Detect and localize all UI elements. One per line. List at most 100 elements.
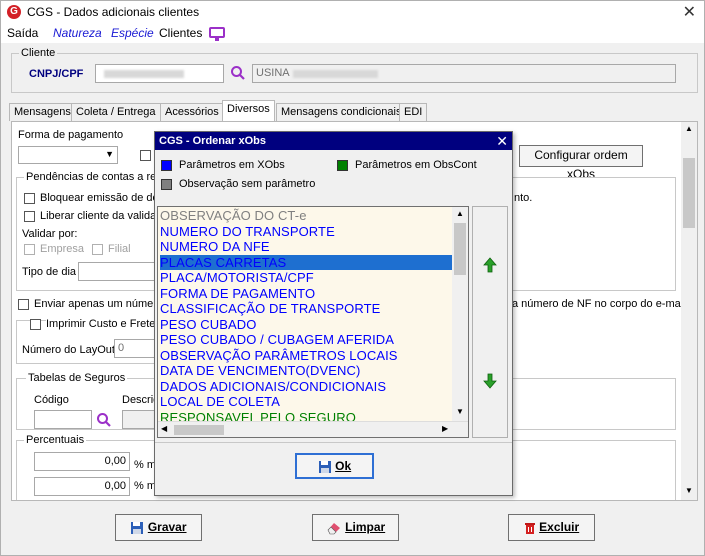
panel-scrollbar[interactable]: ▲ ▼ — [681, 122, 697, 500]
menu-clientes[interactable]: Clientes — [159, 26, 202, 40]
dialog-ok-button[interactable]: Ok — [295, 453, 374, 479]
search-cnpj-icon[interactable] — [230, 65, 246, 84]
percentual-1-input[interactable]: 0,00 — [34, 452, 130, 471]
xobs-list-item[interactable]: CLASSIFICAÇÃO DE TRANSPORTE — [160, 301, 380, 317]
client-name-field: USINA — [252, 64, 676, 83]
codigo-input[interactable] — [34, 410, 92, 429]
bloquear-label: Bloquear emissão de doc — [40, 192, 165, 204]
eraser-icon — [327, 522, 340, 535]
dialog-close-button[interactable]: ✕ — [496, 133, 508, 150]
list-scroll-thumb[interactable] — [454, 223, 466, 275]
right-text-2: a número de NF no corpo do e-mail — [512, 298, 686, 310]
close-window-button[interactable]: ✕ — [683, 2, 696, 22]
dialog-divider — [155, 442, 512, 443]
menu-bar: Saída Natureza Espécie Clientes — [1, 23, 704, 43]
ordenar-xobs-dialog: CGS - Ordenar xObs ✕ Parâmetros em XObs … — [154, 131, 513, 496]
tab-coleta-entrega[interactable]: Coleta / Entrega — [71, 103, 161, 121]
list-scroll-down-icon[interactable]: ▼ — [456, 407, 464, 416]
floppy-disk-icon — [318, 460, 331, 473]
chevron-down-icon: ▼ — [105, 149, 114, 159]
tipo-dia-label: Tipo de dia — [22, 266, 77, 278]
filial-label: Filial — [108, 243, 131, 255]
legend-xobs-label: Parâmetros em XObs — [179, 159, 285, 171]
tab-mensagens-condicionais[interactable]: Mensagens condicionais — [276, 103, 407, 121]
tab-mensagens[interactable]: Mensagens — [9, 103, 76, 121]
imprimir-label: Imprimir Custo e Frete p — [46, 318, 165, 330]
percentual-2-input[interactable]: 0,00 — [34, 477, 130, 496]
reorder-buttons — [472, 206, 508, 438]
tab-diversos[interactable]: Diversos — [222, 100, 275, 122]
dialog-ok-label: Ok — [335, 459, 352, 473]
floppy-disk-icon — [131, 521, 144, 534]
panel-scroll-thumb[interactable] — [683, 158, 695, 228]
xobs-list-item[interactable]: PLACA/MOTORISTA/CPF — [160, 270, 314, 286]
xobs-list-item[interactable]: NUMERO DO TRANSPORTE — [160, 224, 335, 240]
menu-natureza[interactable]: Natureza — [53, 26, 102, 40]
numero-layout-input[interactable]: 0 — [114, 339, 156, 358]
xobs-list-item[interactable]: PESO CUBADO — [160, 317, 256, 333]
limpar-label: Limpar — [345, 520, 386, 534]
enviar-checkbox[interactable] — [18, 299, 29, 310]
excluir-button[interactable]: Excluir — [508, 514, 595, 541]
forma-pagamento-label: Forma de pagamento — [18, 129, 124, 141]
tab-edi[interactable]: EDI — [399, 103, 428, 121]
tab-acessorios[interactable]: Acessórios — [160, 103, 224, 121]
monitor-icon[interactable] — [209, 27, 225, 41]
gravar-label: Gravar — [147, 520, 187, 534]
xobs-list-item[interactable]: FORMA DE PAGAMENTO — [160, 286, 315, 302]
title-bar: G CGS - Dados adicionais clientes ✕ — [1, 1, 704, 23]
pendencias-label: Pendências de contas a re — [24, 171, 159, 183]
imprimir-checkbox[interactable] — [30, 319, 41, 330]
search-codigo-icon[interactable] — [96, 412, 112, 431]
xobs-list-item[interactable]: LOCAL DE COLETA — [160, 394, 280, 410]
validar-por-label: Validar por: — [22, 228, 78, 240]
excluir-label: Excluir — [539, 520, 580, 534]
xobs-list-item[interactable]: PLACAS CARRETAS — [160, 254, 452, 270]
checkbox-hidden[interactable] — [140, 150, 151, 161]
xobs-list-item[interactable]: OBSERVAÇÃO PARÂMETROS LOCAIS — [160, 348, 398, 364]
filial-checkbox[interactable] — [92, 244, 103, 255]
legend-sem-swatch — [161, 179, 172, 190]
layout-value: 0 — [118, 342, 125, 354]
bloquear-checkbox[interactable] — [24, 193, 35, 204]
right-text-1: nto. — [514, 192, 533, 204]
numero-layout-label: Número do LayOut — [22, 344, 115, 356]
menu-especie[interactable]: Espécie — [111, 26, 154, 40]
dialog-title: CGS - Ordenar xObs — [159, 135, 266, 147]
xobs-list-item[interactable]: DATA DE VENCIMENTO(DVENC) — [160, 363, 360, 379]
menu-saida[interactable]: Saída — [7, 26, 38, 40]
list-scroll-right-icon[interactable]: ▶ — [442, 424, 448, 433]
scroll-up-icon[interactable]: ▲ — [685, 124, 693, 133]
xobs-list-item[interactable]: NUMERO DA NFE — [160, 239, 270, 255]
configurar-ordem-button[interactable]: Configurar ordem xObs — [519, 145, 643, 181]
scroll-down-icon[interactable]: ▼ — [685, 486, 693, 495]
forma-pagamento-select[interactable]: ▼ — [18, 146, 118, 164]
move-down-arrow-icon[interactable] — [483, 373, 497, 392]
empresa-checkbox[interactable] — [24, 244, 35, 255]
gravar-button[interactable]: Gravar — [115, 514, 202, 541]
list-scroll-up-icon[interactable]: ▲ — [456, 209, 464, 218]
enviar-label: Enviar apenas um número — [34, 298, 164, 310]
cnpj-input[interactable] — [95, 64, 224, 83]
move-up-arrow-icon[interactable] — [483, 257, 497, 276]
xobs-list-item[interactable]: DADOS ADICIONAIS/CONDICIONAIS — [160, 379, 386, 395]
xobs-listbox[interactable]: RESPONSAVEL PELO SEGURO LOCAL DE COLETA DA… — [157, 206, 469, 438]
xobs-list-item[interactable]: PESO CUBADO / CUBAGEM AFERIDA — [160, 332, 394, 348]
tabelas-label: Tabelas de Seguros — [26, 372, 128, 384]
listbox-hscroll[interactable]: ◀ ▶ — [158, 421, 468, 437]
percentuais-label: Percentuais — [24, 434, 87, 446]
list-scroll-left-icon[interactable]: ◀ — [161, 424, 167, 433]
cliente-group-label: Cliente — [19, 47, 58, 59]
list-hscroll-thumb[interactable] — [174, 425, 224, 435]
limpar-button[interactable]: Limpar — [312, 514, 399, 541]
liberar-checkbox[interactable] — [24, 211, 35, 222]
empresa-label: Empresa — [40, 243, 85, 255]
listbox-vscroll[interactable]: ▲ ▼ — [452, 207, 468, 421]
legend-xobs-swatch — [161, 160, 172, 171]
percentual-2-value: 0,00 — [104, 480, 126, 492]
tipo-dia-input[interactable] — [78, 262, 158, 281]
xobs-list-item[interactable]: OBSERVAÇÃO DO CT-e — [160, 208, 307, 224]
codigo-label: Código — [34, 394, 69, 406]
liberar-label: Liberar cliente da validaç — [40, 210, 162, 222]
legend-obscont-swatch — [337, 160, 348, 171]
